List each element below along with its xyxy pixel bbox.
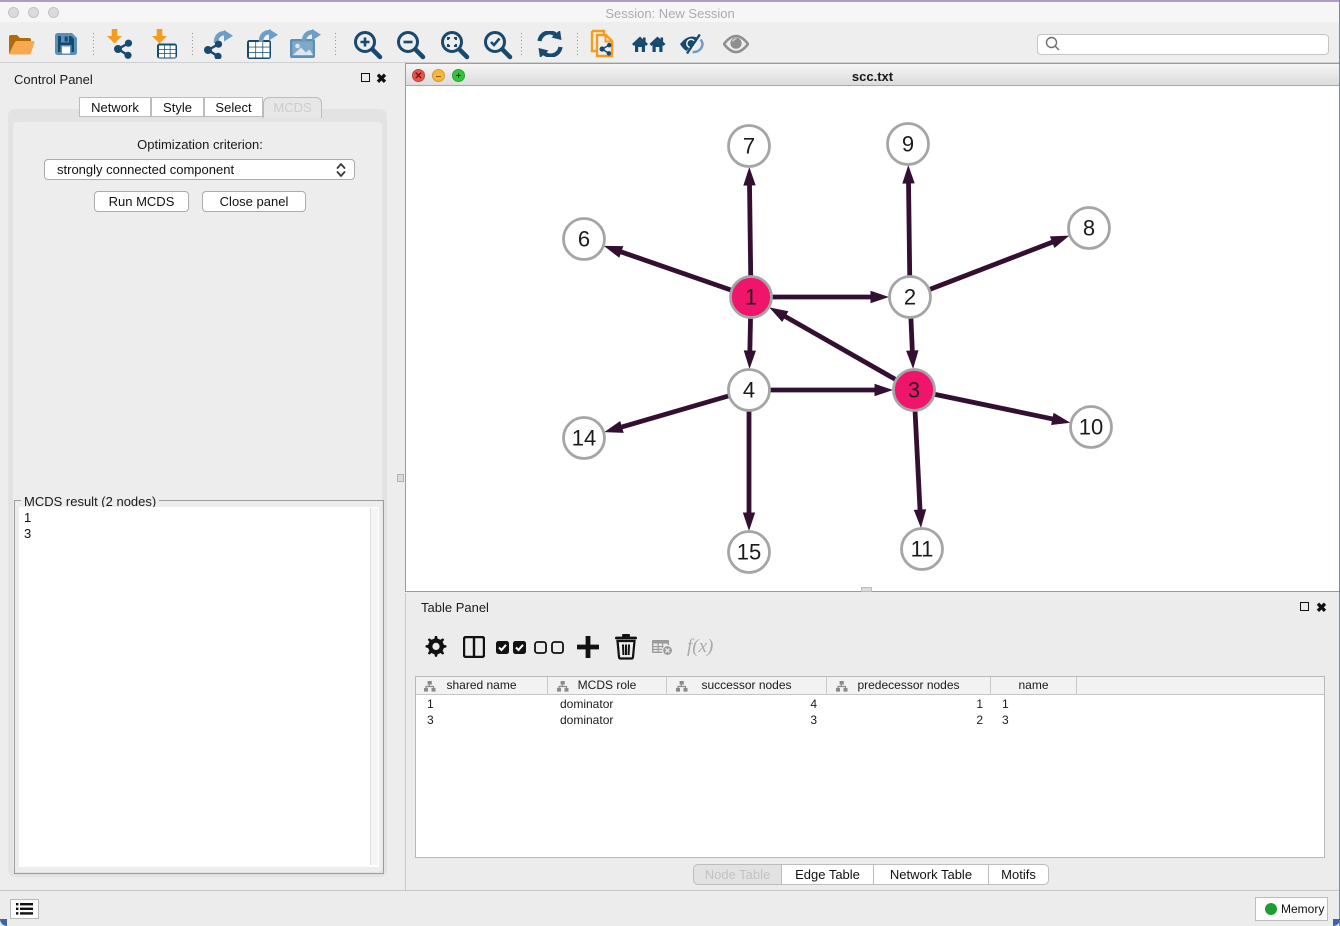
svg-text:6: 6 — [578, 227, 590, 252]
svg-text:1: 1 — [745, 285, 757, 310]
svg-text:7: 7 — [743, 134, 755, 159]
svg-text:15: 15 — [737, 540, 761, 565]
svg-text:11: 11 — [911, 537, 934, 562]
svg-text:10: 10 — [1079, 415, 1103, 440]
svg-text:2: 2 — [904, 285, 916, 310]
svg-text:14: 14 — [572, 426, 596, 451]
svg-text:9: 9 — [902, 132, 914, 157]
svg-text:3: 3 — [908, 378, 920, 403]
svg-text:8: 8 — [1083, 216, 1095, 241]
svg-text:4: 4 — [743, 378, 755, 403]
